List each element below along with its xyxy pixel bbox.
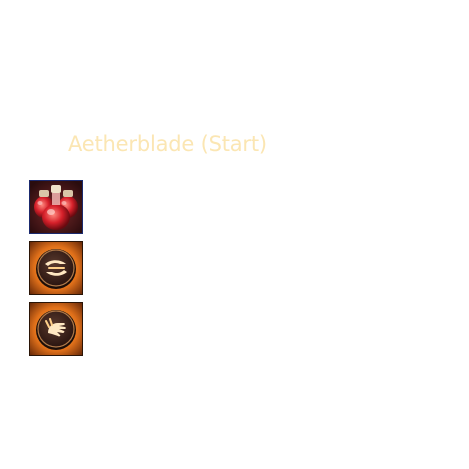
health-potions-icon <box>30 181 82 233</box>
item-list <box>29 180 83 363</box>
warding-hand-rune-icon <box>30 303 82 355</box>
item-slot-3[interactable] <box>29 302 83 356</box>
build-title: Aetherblade (Start) <box>68 132 267 156</box>
item-slot-2[interactable] <box>29 241 83 295</box>
item-slot-1[interactable] <box>29 180 83 234</box>
swift-blade-rune-icon <box>30 242 82 294</box>
